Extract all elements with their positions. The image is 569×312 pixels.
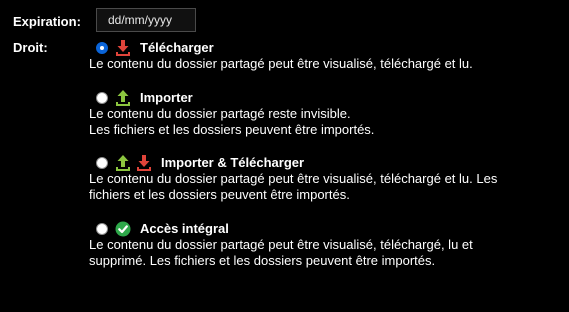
radio-importer[interactable] [96,91,108,104]
check-circle-icon [115,221,131,237]
option-title: Accès intégral [140,221,229,236]
option-title: Télécharger [140,40,214,55]
radio-telecharger[interactable] [96,41,108,54]
option-importer[interactable]: Importer Le contenu du dossier partagé r… [89,89,559,138]
radio-acces-integral[interactable] [96,222,108,235]
upload-icon [115,154,131,171]
radio-importer-telecharger[interactable] [96,156,108,169]
upload-icon [115,89,131,106]
option-title: Importer & Télécharger [161,155,305,170]
option-telecharger[interactable]: Télécharger Le contenu du dossier partag… [89,39,559,72]
expiration-date-input[interactable] [96,8,196,32]
option-description: Le contenu du dossier partagé peut être … [89,56,473,71]
option-description: Le contenu du dossier partagé peut être … [89,171,498,202]
download-icon [115,39,131,56]
option-description: Le contenu du dossier partagé peut être … [89,237,473,268]
expiration-label: Expiration: [13,14,81,29]
option-acces-integral[interactable]: Accès intégral Le contenu du dossier par… [89,220,559,269]
option-importer-telecharger[interactable]: Importer & Télécharger Le contenu du dos… [89,154,559,203]
droit-label: Droit: [13,40,48,55]
option-description: Le contenu du dossier partagé reste invi… [89,106,375,137]
option-title: Importer [140,90,193,105]
download-icon [136,154,152,171]
